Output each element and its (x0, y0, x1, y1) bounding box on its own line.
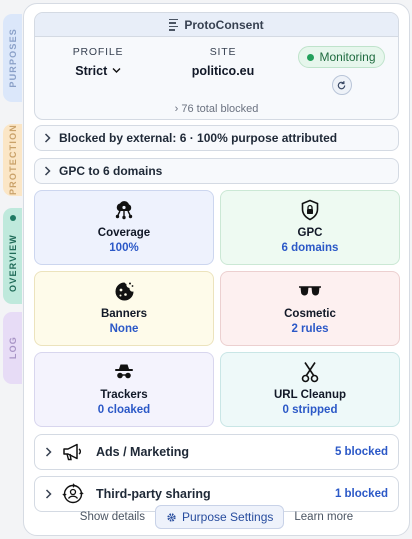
purpose-blocked-count: 1 blocked (334, 488, 388, 500)
refresh-icon (337, 80, 346, 89)
total-blocked-toggle[interactable]: › 76 total blocked (35, 103, 398, 115)
chevron-right-icon (45, 447, 52, 457)
gpc-text: GPC to 6 domains (59, 164, 163, 178)
share-person-icon (62, 483, 84, 504)
tile-banners[interactable]: Banners None (34, 271, 214, 346)
refresh-button[interactable] (331, 75, 352, 95)
status-section: Monitoring (285, 46, 398, 95)
gear-icon (167, 512, 176, 522)
stats-grid: Coverage 100% GPC 6 domains Banners None… (34, 190, 400, 427)
tile-value: 2 rules (291, 323, 329, 335)
list-icon (169, 18, 179, 31)
profile-value: Strict (75, 64, 108, 78)
tile-value: 0 stripped (282, 404, 338, 416)
site-section: SITE politico.eu (161, 46, 285, 95)
site-label: SITE (209, 46, 237, 58)
site-summary-card: ProtoConsent PROFILE Strict SITE politic… (34, 12, 399, 120)
purpose-name: Third-party sharing (96, 487, 211, 501)
tile-trackers[interactable]: Trackers 0 cloaked (34, 352, 214, 427)
tab-protection-label: PROTECTION (7, 124, 18, 196)
chevron-right-icon (45, 489, 52, 499)
tile-value: None (109, 323, 139, 335)
tab-overview[interactable]: OVERVIEW (3, 208, 22, 304)
shield-lock-icon (300, 199, 320, 221)
tab-purposes-label: PURPOSES (7, 28, 18, 88)
tab-overview-label: OVERVIEW (7, 233, 18, 292)
sunglasses-icon (298, 280, 322, 302)
tile-url-cleanup[interactable]: URL Cleanup 0 stripped (220, 352, 400, 427)
overview-panel: ProtoConsent PROFILE Strict SITE politic… (23, 3, 410, 536)
tab-protection[interactable]: PROTECTION (3, 124, 22, 196)
tab-log[interactable]: LOG (3, 312, 22, 384)
tile-value: 6 domains (281, 242, 339, 254)
blocked-external-row[interactable]: Blocked by external: 6 · 100% purpose at… (34, 125, 399, 151)
tile-value: 100% (109, 242, 139, 254)
tab-log-label: LOG (7, 336, 18, 360)
tile-name: Banners (100, 308, 148, 320)
gpc-row[interactable]: GPC to 6 domains (34, 158, 399, 184)
cookie-icon (114, 280, 135, 302)
app-title-bar: ProtoConsent (35, 13, 398, 37)
chevron-right-icon (44, 166, 51, 176)
profile-label: PROFILE (72, 46, 124, 58)
total-blocked-text: 76 total blocked (181, 103, 259, 115)
tile-coverage[interactable]: Coverage 100% (34, 190, 214, 265)
app-title: ProtoConsent (184, 17, 264, 32)
tab-purposes[interactable]: PURPOSES (3, 14, 22, 102)
spy-icon (113, 361, 135, 383)
scissors-icon (301, 361, 319, 383)
purpose-row-ads[interactable]: Ads / Marketing 5 blocked (34, 434, 399, 470)
chevron-down-icon (112, 68, 121, 73)
tile-name: GPC (297, 227, 323, 239)
status-text: Monitoring (319, 50, 376, 64)
monitoring-status-badge: Monitoring (298, 46, 385, 68)
site-domain: politico.eu (191, 64, 255, 78)
footer-bar: Show details Purpose Settings Learn more (24, 505, 409, 529)
cloud-network-icon (113, 199, 135, 221)
learn-more-link[interactable]: Learn more (294, 511, 353, 523)
tile-value: 0 cloaked (97, 404, 151, 416)
purpose-settings-button[interactable]: Purpose Settings (155, 505, 285, 529)
tile-name: Cosmetic (284, 308, 336, 320)
purpose-settings-label: Purpose Settings (182, 510, 274, 524)
tile-name: Coverage (97, 227, 151, 239)
tile-name: Trackers (100, 389, 148, 401)
show-details-link[interactable]: Show details (80, 511, 145, 523)
purpose-blocked-count: 5 blocked (334, 446, 388, 458)
megaphone-icon (63, 443, 81, 461)
chevron-right-icon: › (174, 103, 179, 115)
chevron-right-icon (44, 133, 51, 143)
profile-section: PROFILE Strict (35, 46, 161, 95)
blocked-external-text: Blocked by external: 6 · 100% purpose at… (59, 131, 338, 145)
status-dot-icon (307, 53, 315, 61)
profile-dropdown[interactable]: Strict (35, 64, 161, 78)
active-tab-dot (9, 215, 16, 221)
tile-name: URL Cleanup (274, 389, 346, 401)
tile-gpc[interactable]: GPC 6 domains (220, 190, 400, 265)
tile-cosmetic[interactable]: Cosmetic 2 rules (220, 271, 400, 346)
purpose-name: Ads / Marketing (96, 445, 190, 459)
